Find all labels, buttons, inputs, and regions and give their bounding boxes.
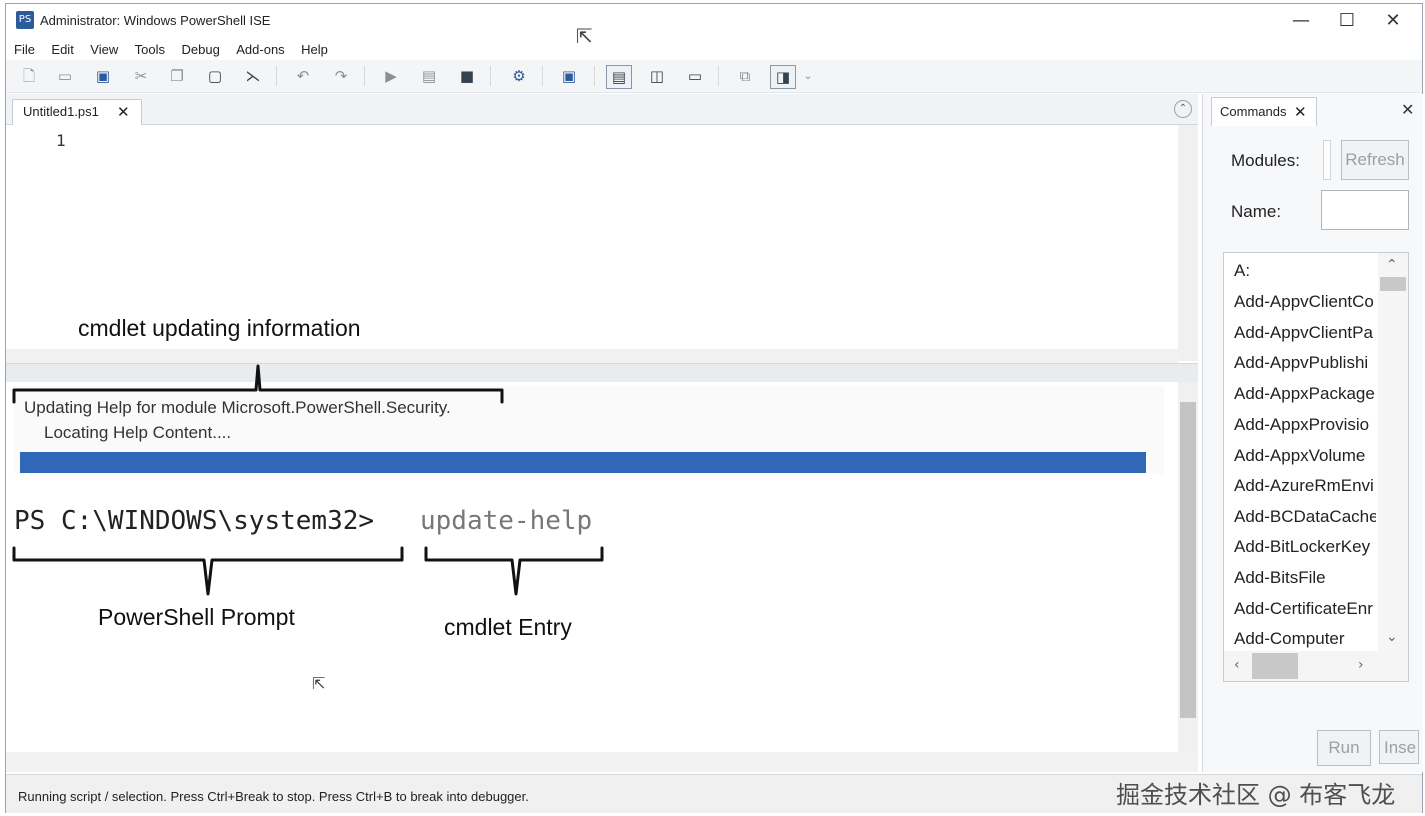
minimize-button[interactable]: — bbox=[1278, 4, 1324, 38]
tab-close-icon[interactable]: ✕ bbox=[1294, 98, 1307, 126]
scroll-left-icon[interactable]: ‹ bbox=[1234, 657, 1240, 673]
list-item[interactable]: Add-AppvClientPa bbox=[1234, 323, 1376, 343]
commands-pane: Commands ✕ ✕ Modules: Refresh Name: A: A… bbox=[1202, 94, 1423, 772]
modules-dropdown[interactable] bbox=[1323, 140, 1331, 180]
list-item[interactable]: A: bbox=[1234, 261, 1376, 281]
list-item[interactable]: Add-AppxPackage bbox=[1234, 384, 1376, 404]
status-bar: Running script / selection. Press Ctrl+B… bbox=[6, 774, 1422, 813]
list-item[interactable]: Add-AppxVolume bbox=[1234, 446, 1376, 466]
list-vertical-scrollbar[interactable]: ⌃ ⌄ bbox=[1378, 253, 1408, 651]
scroll-up-icon[interactable]: ⌃ bbox=[1386, 257, 1398, 273]
status-text: Running script / selection. Press Ctrl+B… bbox=[18, 789, 529, 804]
brace-entry bbox=[424, 546, 604, 596]
list-item[interactable]: Add-AzureRmEnvi bbox=[1234, 476, 1376, 496]
watermark: 掘金技术社区 @ 布客飞龙 bbox=[1116, 781, 1396, 809]
console-horizontal-scrollbar[interactable] bbox=[6, 752, 1198, 772]
run-button[interactable]: Run bbox=[1317, 730, 1371, 766]
tab-commands[interactable]: Commands ✕ bbox=[1211, 97, 1317, 126]
close-pane-icon[interactable]: ✕ bbox=[1401, 100, 1414, 119]
name-filter-input[interactable] bbox=[1321, 190, 1409, 230]
refresh-button[interactable]: Refresh bbox=[1341, 140, 1409, 180]
list-item[interactable]: Add-AppvClientCo bbox=[1234, 292, 1376, 312]
list-horizontal-scrollbar[interactable]: ‹ › bbox=[1224, 651, 1408, 681]
list-item[interactable]: Add-Computer bbox=[1234, 629, 1376, 649]
modules-label: Modules: bbox=[1231, 151, 1300, 170]
list-item[interactable]: Add-BCDataCache bbox=[1234, 507, 1376, 527]
tab-label: Commands bbox=[1220, 104, 1287, 119]
close-window-button[interactable]: ✕ bbox=[1370, 4, 1416, 38]
scroll-right-icon[interactable]: › bbox=[1358, 657, 1364, 673]
list-scroll-thumb[interactable] bbox=[1380, 277, 1406, 291]
mouse-cursor-icon: ⇱ bbox=[312, 674, 326, 693]
brace-updating-info bbox=[12, 364, 504, 404]
brace-prompt bbox=[12, 546, 404, 596]
maximize-button[interactable]: ☐ bbox=[1324, 4, 1370, 38]
annotation-braces bbox=[12, 364, 604, 596]
name-label: Name: bbox=[1231, 202, 1282, 221]
list-item[interactable]: Add-AppvPublishi bbox=[1234, 353, 1376, 373]
insert-button[interactable]: Inse bbox=[1379, 730, 1419, 764]
list-hscroll-thumb[interactable] bbox=[1252, 653, 1298, 679]
command-list[interactable]: A: Add-AppvClientCo Add-AppvClientPa Add… bbox=[1223, 252, 1409, 682]
list-item[interactable]: Add-CertificateEnr bbox=[1234, 599, 1376, 619]
list-item[interactable]: Add-BitLockerKey bbox=[1234, 537, 1376, 557]
list-item[interactable]: Add-AppxProvisio bbox=[1234, 415, 1376, 435]
powershell-ise-window: PS Administrator: Windows PowerShell ISE… bbox=[5, 3, 1423, 813]
scroll-down-icon[interactable]: ⌄ bbox=[1386, 629, 1398, 645]
list-item[interactable]: Add-BitsFile bbox=[1234, 568, 1376, 588]
